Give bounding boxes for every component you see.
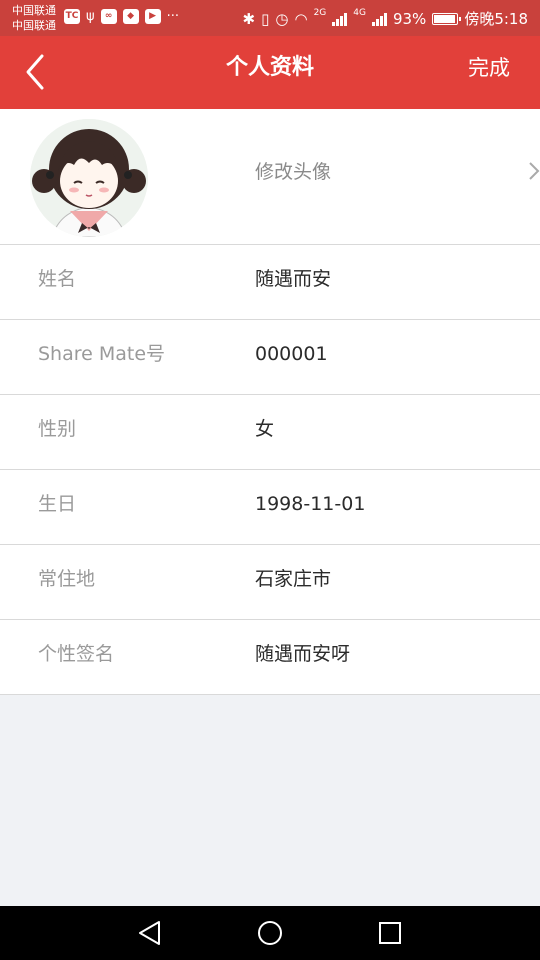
carrier-1: 中国联通 — [12, 4, 56, 17]
app-header: 个人资料 完成 — [0, 36, 540, 109]
chevron-right-icon — [529, 162, 540, 180]
avatar-row[interactable]: 修改头像 — [0, 109, 540, 245]
alarm-icon: ◷ — [275, 9, 289, 28]
field-label: 常住地 — [38, 568, 96, 590]
field-value: 女 — [255, 418, 275, 440]
shield-notification-icon: ◆ — [122, 9, 139, 24]
field-value: 随遇而安呀 — [255, 643, 351, 665]
signal-icon-2 — [371, 12, 387, 26]
app-notification-icon: TC — [64, 9, 80, 24]
field-row-residence[interactable]: 常住地 石家庄市 — [0, 545, 540, 620]
field-value: 1998-11-01 — [255, 493, 366, 515]
system-nav-bar — [0, 906, 540, 960]
system-icons: ✱ ▯ ◷ ◠ 2G 4G 93% 傍晚5:18 — [243, 8, 528, 29]
vibrate-icon: ▯ — [261, 9, 270, 28]
clock: 傍晚5:18 — [464, 10, 528, 28]
status-bar: 中国联通 中国联通 TC ψ ∞ ◆ ▶ ··· ✱ ▯ ◷ ◠ 2G 4G 9… — [0, 0, 540, 36]
media-notification-icon: ▶ — [144, 9, 161, 24]
field-row-share-mate-id[interactable]: Share Mate号 000001 — [0, 320, 540, 395]
field-label: 生日 — [38, 493, 77, 515]
done-button[interactable]: 完成 — [468, 36, 510, 100]
field-row-name[interactable]: 姓名 随遇而安 — [0, 245, 540, 320]
signal-icon-1 — [332, 12, 348, 26]
network-type-2: 4G — [353, 8, 366, 18]
carrier-info: 中国联通 中国联通 — [12, 3, 56, 33]
field-label: 个性签名 — [38, 643, 115, 665]
field-value: 随遇而安 — [255, 268, 332, 290]
change-avatar-label: 修改头像 — [255, 161, 332, 183]
network-type-1: 2G — [313, 8, 327, 18]
field-label: 性别 — [38, 418, 77, 440]
battery-icon — [432, 12, 462, 25]
nav-home-icon[interactable] — [255, 918, 285, 948]
more-notifications-icon: ··· — [166, 9, 179, 24]
avatar — [30, 119, 148, 237]
carrier-2: 中国联通 — [12, 19, 56, 32]
wifi-icon: ◠ — [294, 9, 308, 28]
field-label: Share Mate号 — [38, 343, 166, 365]
nav-back-icon[interactable] — [135, 918, 165, 948]
battery-percent: 93% — [392, 9, 427, 28]
notification-icons: TC ψ ∞ ◆ ▶ ··· — [64, 9, 179, 24]
bluetooth-icon: ✱ — [242, 9, 256, 28]
field-value: 石家庄市 — [255, 568, 332, 590]
nav-recents-icon[interactable] — [375, 918, 405, 948]
field-label: 姓名 — [38, 268, 77, 290]
avatar-image — [30, 119, 148, 237]
profile-list: 修改头像 姓名 随遇而安 Share Mate号 000001 性别 女 生日 … — [0, 109, 540, 695]
field-row-signature[interactable]: 个性签名 随遇而安呀 — [0, 620, 540, 695]
field-row-gender[interactable]: 性别 女 — [0, 395, 540, 470]
page-title: 个人资料 — [225, 55, 314, 80]
field-value: 000001 — [255, 343, 328, 365]
field-row-birthday[interactable]: 生日 1998-11-01 — [0, 470, 540, 545]
usb-icon: ψ — [86, 9, 95, 24]
app-notification-icon-2: ∞ — [100, 9, 117, 24]
